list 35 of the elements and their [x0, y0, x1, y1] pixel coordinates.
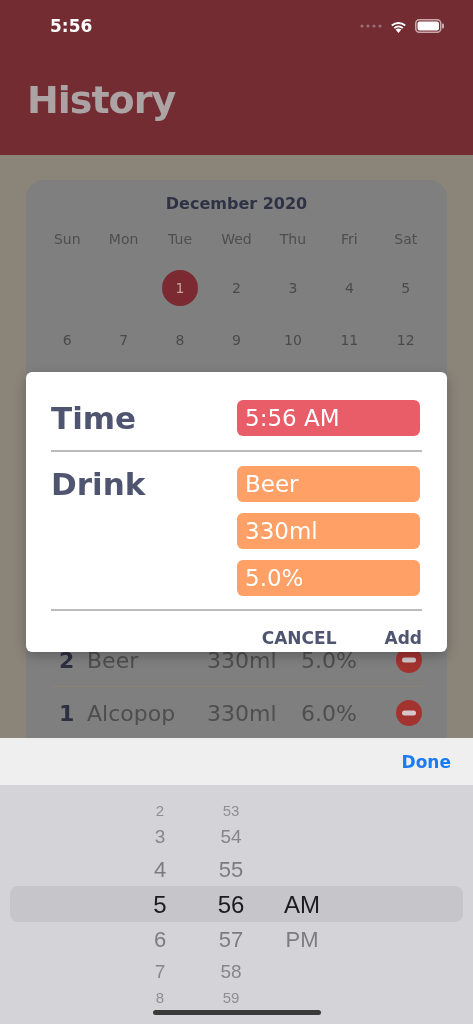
- picker-option[interactable]: 55: [201, 852, 261, 887]
- entry-number: 2: [59, 647, 76, 673]
- picker-option[interactable]: 5: [130, 887, 190, 922]
- entry-number: 1: [59, 700, 76, 726]
- signal-icon: [360, 24, 382, 28]
- picker-option[interactable]: 57: [201, 922, 261, 957]
- battery-icon: [415, 19, 445, 33]
- picker-option[interactable]: 6: [130, 922, 190, 957]
- picker-option[interactable]: 58: [201, 957, 261, 987]
- delete-icon[interactable]: [396, 700, 422, 726]
- picker-option[interactable]: 3: [130, 822, 190, 852]
- month-title: December 2020: [164, 193, 309, 215]
- picker-option[interactable]: PM: [272, 922, 332, 957]
- add-button[interactable]: Add: [384, 628, 422, 648]
- drink-field[interactable]: 5.0%: [237, 560, 420, 596]
- picker-option[interactable]: 59: [201, 987, 261, 1009]
- page-title: History: [27, 77, 176, 124]
- wifi-icon: [390, 19, 407, 33]
- time-field[interactable]: 5:56 AM: [237, 400, 420, 436]
- calendar-day[interactable]: 1: [162, 270, 199, 306]
- picker-option[interactable]: 4: [130, 852, 190, 887]
- cancel-button[interactable]: CANCEL: [261, 628, 337, 648]
- picker-option[interactable]: 54: [201, 822, 261, 852]
- done-button[interactable]: Done: [401, 751, 451, 772]
- picker-option[interactable]: 56: [201, 887, 261, 922]
- picker-option[interactable]: 7: [130, 957, 190, 987]
- drink-field[interactable]: Beer: [237, 466, 420, 502]
- status-time: 5:56: [50, 16, 93, 36]
- time-label: Time: [51, 400, 138, 437]
- drink-field[interactable]: 330ml: [237, 513, 420, 549]
- drink-label: Drink: [51, 466, 147, 504]
- picker-option[interactable]: AM: [272, 887, 332, 922]
- picker-option[interactable]: 8: [130, 987, 190, 1009]
- picker-option[interactable]: 53: [201, 800, 261, 822]
- picker-option[interactable]: 2: [130, 800, 190, 822]
